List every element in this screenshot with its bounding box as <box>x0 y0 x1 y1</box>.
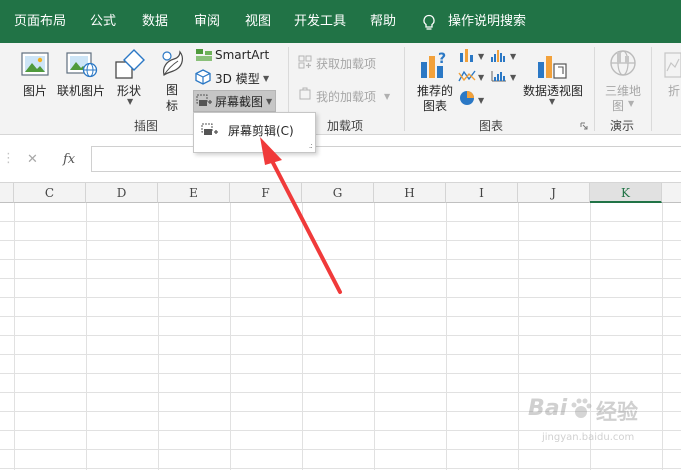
pie-chart-icon[interactable] <box>458 89 476 107</box>
get-addins-icon[interactable] <box>298 55 312 69</box>
tab-data[interactable]: 数据 <box>142 0 168 43</box>
column-header-d[interactable]: D <box>86 183 158 203</box>
my-addins-icon[interactable] <box>298 87 312 101</box>
my-addins-dropdown-caret[interactable]: ▼ <box>384 92 390 101</box>
dialog-launcher-icon[interactable] <box>580 122 588 130</box>
screen-clipping-label: 屏幕剪辑(C) <box>228 124 294 138</box>
screenshot-dropdown-caret[interactable]: ▼ <box>266 97 272 106</box>
online-pictures-label[interactable]: 联机图片 <box>57 82 105 99</box>
pictures-label[interactable]: 图片 <box>23 82 47 99</box>
line-chart-icon[interactable] <box>458 68 476 84</box>
pivot-chart-caret[interactable]: ▼ <box>549 97 555 106</box>
my-addins-label[interactable]: 我的加载项 <box>316 88 376 105</box>
screenshot-label[interactable]: 屏幕截图 <box>215 93 263 110</box>
lightbulb-icon[interactable] <box>421 14 437 32</box>
tab-review[interactable]: 审阅 <box>194 0 220 43</box>
3d-model-label[interactable]: 3D 模型 <box>215 70 260 87</box>
group-label-illustrations: 插图 <box>134 119 159 133</box>
group-label-addins: 加载项 <box>327 119 364 133</box>
tab-help[interactable]: 帮助 <box>370 0 396 43</box>
shapes-icon[interactable] <box>114 48 146 80</box>
pictures-icon[interactable] <box>21 49 51 79</box>
ribbon-tab-bar: 页面布局 公式 数据 审阅 视图 开发工具 帮助 操作说明搜索 <box>0 0 681 43</box>
sparkline-icon[interactable] <box>664 51 681 79</box>
column-header-partial[interactable] <box>662 183 681 203</box>
column-header-i[interactable]: I <box>446 183 518 203</box>
3d-model-icon[interactable] <box>195 69 211 85</box>
column-chart-caret[interactable]: ▼ <box>478 52 484 61</box>
baidu-watermark: Bai 经验 jingyan.baidu.com <box>528 392 678 466</box>
screenshot-dropdown-menu: 屏幕剪辑(C) .: <box>193 112 316 153</box>
svg-text:?: ? <box>438 51 446 67</box>
ribbon: 图片 联机图片 形状 ▼ 图 标 SmartArt 3D 模型 ▼ 屏幕截图 ▼… <box>0 43 681 135</box>
namebox-dots[interactable]: ⋮ <box>2 151 15 166</box>
tell-me-search[interactable]: 操作说明搜索 <box>448 0 526 43</box>
watermark-paw-icon <box>571 398 592 418</box>
screenshot-icon[interactable] <box>196 94 212 108</box>
cancel-icon[interactable]: ✕ <box>27 152 38 167</box>
fx-icon[interactable]: fx <box>63 152 75 167</box>
watermark-text: 经验 <box>596 400 638 424</box>
resize-grip[interactable]: .: <box>309 141 313 150</box>
watermark-brand: Bai <box>528 396 568 421</box>
column-header-j[interactable]: J <box>518 183 590 203</box>
statistic-chart-icon[interactable] <box>490 68 508 84</box>
hierarchy-chart-icon[interactable] <box>490 47 508 63</box>
column-chart-icon[interactable] <box>458 47 476 63</box>
recommended-charts-icon[interactable]: ? <box>418 48 450 80</box>
sparkline-label[interactable]: 折 <box>668 82 680 99</box>
smartart-icon[interactable] <box>195 48 213 62</box>
column-header-f[interactable]: F <box>230 183 302 203</box>
line-chart-caret[interactable]: ▼ <box>478 73 484 82</box>
icons-icon[interactable] <box>158 49 186 79</box>
column-header-c[interactable]: C <box>14 183 86 203</box>
smartart-label[interactable]: SmartArt <box>215 48 269 62</box>
formula-bar: ⋮ ✕ fx <box>0 135 681 183</box>
group-separator <box>594 47 595 131</box>
column-header-e[interactable]: E <box>158 183 230 203</box>
3d-map-icon[interactable] <box>608 48 638 80</box>
icons-label-line2[interactable]: 标 <box>166 97 178 114</box>
tab-developer[interactable]: 开发工具 <box>294 0 346 43</box>
online-pictures-icon[interactable] <box>66 49 98 79</box>
watermark-url: jingyan.baidu.com <box>542 432 635 443</box>
column-header-k[interactable]: K <box>590 183 662 203</box>
group-label-charts: 图表 <box>479 119 504 133</box>
column-header-partial[interactable] <box>0 183 14 203</box>
get-addins-label[interactable]: 获取加载项 <box>316 55 376 72</box>
shapes-dropdown-caret[interactable]: ▼ <box>127 97 133 106</box>
column-header-h[interactable]: H <box>374 183 446 203</box>
icons-label-line1[interactable]: 图 <box>166 81 178 98</box>
column-header-g[interactable]: G <box>302 183 374 203</box>
group-separator <box>651 47 652 131</box>
screen-clipping-menu-item[interactable]: 屏幕剪辑(C) <box>195 118 314 142</box>
3d-map-label-line2[interactable]: 图 <box>612 97 624 114</box>
screen-clipping-icon <box>201 123 218 135</box>
pie-chart-caret[interactable]: ▼ <box>478 96 484 105</box>
hierarchy-chart-caret[interactable]: ▼ <box>510 52 516 61</box>
group-separator <box>404 47 405 131</box>
3d-model-dropdown-caret[interactable]: ▼ <box>263 74 269 83</box>
statistic-chart-caret[interactable]: ▼ <box>510 73 516 82</box>
formula-input[interactable] <box>91 146 681 172</box>
recommended-charts-label-line2[interactable]: 图表 <box>423 97 447 114</box>
tab-page-layout[interactable]: 页面布局 <box>14 0 66 43</box>
group-label-tours: 演示 <box>610 119 635 133</box>
3d-map-caret[interactable]: ▼ <box>628 99 634 108</box>
tab-view[interactable]: 视图 <box>245 0 271 43</box>
pivot-chart-icon[interactable] <box>536 48 568 80</box>
tab-formulas[interactable]: 公式 <box>90 0 116 43</box>
